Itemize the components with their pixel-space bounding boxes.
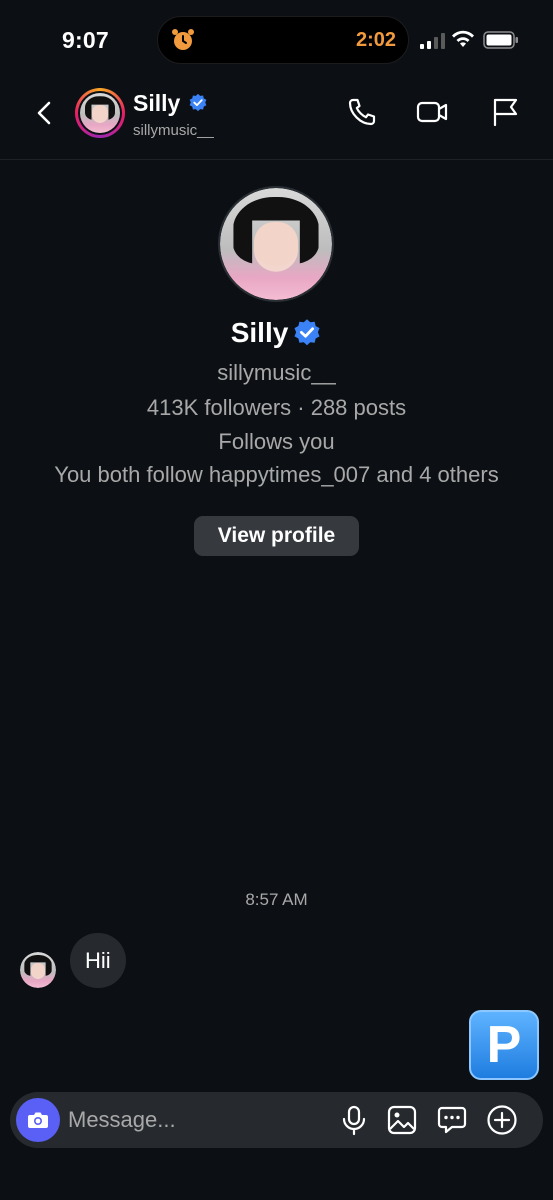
alarm-icon (172, 29, 194, 50)
message-composer (10, 1092, 543, 1148)
message-bubble[interactable]: Hii (70, 933, 126, 988)
profile-name-row: Silly (0, 317, 553, 349)
profile-stats: 413K followers · 288 posts (146, 395, 407, 420)
follows-status: Follows you (218, 429, 335, 454)
signal-icon (420, 33, 445, 49)
header-username: sillymusic__ (133, 122, 214, 139)
dynamic-island[interactable]: 2:02 (157, 16, 409, 64)
status-bar: 9:07 2:02 (0, 0, 553, 80)
verified-badge-icon (294, 319, 320, 346)
back-icon[interactable] (30, 98, 60, 128)
flag-icon[interactable] (489, 96, 521, 128)
status-time: 9:07 (62, 27, 109, 53)
plus-icon[interactable] (486, 1104, 518, 1136)
verified-badge-icon (189, 93, 207, 112)
profile-display-name: Silly (230, 317, 289, 348)
phone-icon[interactable] (346, 96, 378, 128)
avatar-image (20, 952, 56, 988)
video-icon[interactable] (416, 96, 448, 128)
battery-icon (483, 31, 518, 49)
message-timestamp: 8:57 AM (245, 890, 308, 909)
message-input[interactable] (68, 1100, 328, 1140)
gallery-icon[interactable] (386, 1104, 418, 1136)
header-avatar[interactable] (75, 88, 125, 138)
camera-button[interactable] (16, 1098, 60, 1142)
parking-badge[interactable]: P (469, 1010, 539, 1080)
microphone-icon[interactable] (338, 1104, 370, 1136)
island-timer: 2:02 (355, 29, 396, 51)
camera-icon (28, 1112, 48, 1128)
sticker-icon[interactable] (436, 1104, 468, 1136)
sender-avatar[interactable] (20, 952, 56, 988)
header-display-name[interactable]: Silly (133, 90, 180, 117)
avatar-image (80, 93, 120, 133)
mutual-followers: You both follow happytimes_007 and 4 oth… (54, 462, 499, 487)
profile-avatar[interactable] (218, 186, 334, 302)
wifi-icon (452, 30, 474, 47)
chat-header: Silly sillymusic__ (0, 80, 553, 160)
avatar-image (220, 188, 332, 300)
profile-username: sillymusic__ (217, 360, 336, 385)
view-profile-button[interactable]: View profile (194, 516, 359, 556)
